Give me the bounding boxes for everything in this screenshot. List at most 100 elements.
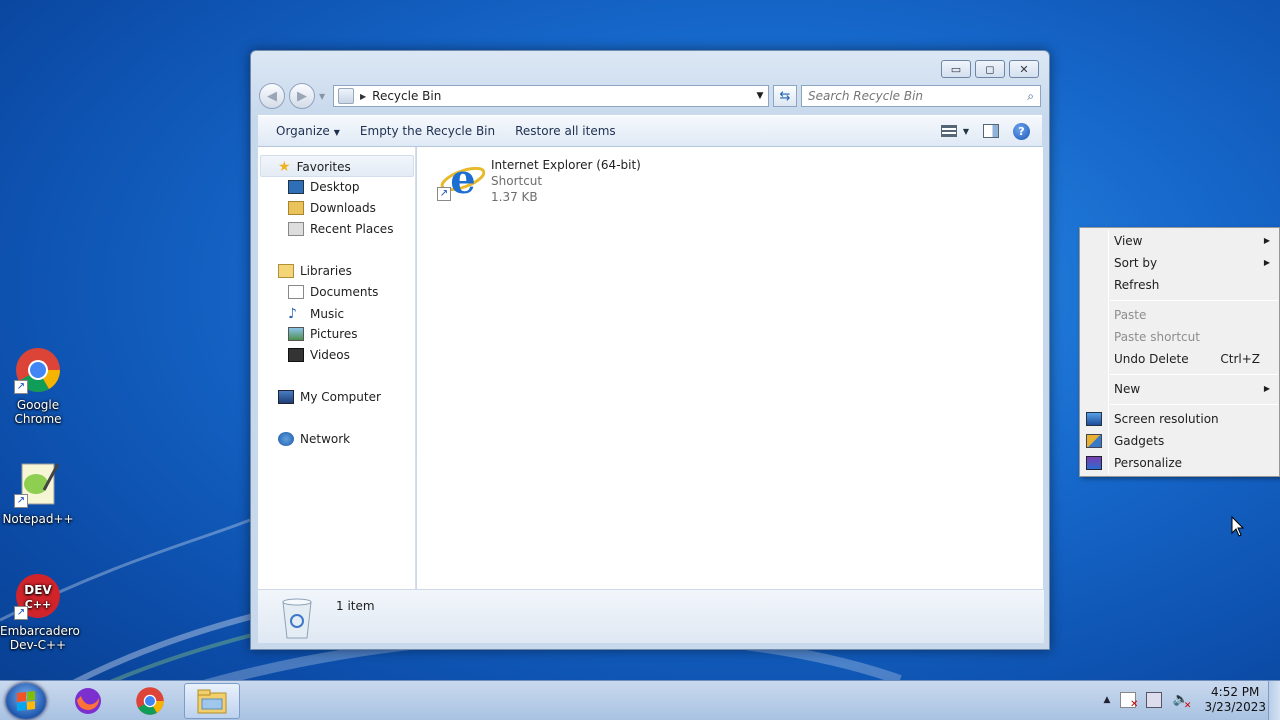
- nav-music[interactable]: ♪ Music: [288, 306, 344, 322]
- desktop-icon-label: Notepad++: [2, 512, 74, 526]
- address-path[interactable]: Recycle Bin: [372, 89, 746, 103]
- nav-libraries[interactable]: Libraries: [278, 264, 352, 278]
- personalize-icon: [1086, 456, 1102, 470]
- desktop-icon-devcpp[interactable]: DEV C++ ↗ Embarcadero Dev-C++: [0, 572, 80, 652]
- item-count: 1 item: [336, 599, 375, 613]
- address-dropdown-icon[interactable]: ▼: [752, 91, 768, 101]
- breadcrumb-separator-icon[interactable]: ▶: [360, 92, 366, 101]
- menu-label: Undo Delete: [1114, 352, 1189, 366]
- clock[interactable]: 4:52 PM 3/23/2023: [1204, 685, 1266, 715]
- recent-pages-dropdown[interactable]: ▼: [319, 92, 329, 101]
- nav-label: Recent Places: [310, 222, 394, 236]
- svg-text:DEV: DEV: [24, 583, 52, 597]
- preview-pane-icon[interactable]: [983, 124, 999, 138]
- pictures-icon: [288, 327, 304, 341]
- nav-pictures[interactable]: Pictures: [288, 327, 358, 341]
- menu-item-gadgets[interactable]: Gadgets: [1086, 431, 1274, 451]
- mouse-cursor-icon: [1231, 516, 1245, 537]
- file-name: Internet Explorer (64-bit): [491, 158, 641, 172]
- menu-item-sort-by[interactable]: Sort by ▶: [1114, 253, 1274, 273]
- menu-label: Paste: [1114, 308, 1147, 322]
- action-center-icon[interactable]: ✕: [1120, 692, 1138, 710]
- desktop-icon-chrome[interactable]: ↗ Google Chrome: [0, 346, 76, 426]
- file-list: e ↗ Internet Explorer (64-bit) Shortcut …: [417, 147, 1043, 589]
- search-input[interactable]: [808, 89, 1028, 103]
- close-button[interactable]: ✕: [1009, 60, 1039, 78]
- menu-item-new[interactable]: New ▶: [1114, 379, 1274, 399]
- documents-icon: [288, 285, 304, 299]
- refresh-icon: ⇆: [779, 88, 791, 104]
- desktop-folder-icon: [288, 180, 304, 194]
- maximize-button[interactable]: ◻: [975, 60, 1005, 78]
- details-pane: 1 item: [258, 589, 1044, 643]
- volume-icon[interactable]: 🔈 ✕: [1172, 692, 1191, 711]
- network-tray-icon[interactable]: [1146, 692, 1163, 708]
- network-icon: [278, 432, 294, 446]
- start-button[interactable]: [6, 683, 46, 719]
- search-box[interactable]: ⌕: [801, 85, 1041, 107]
- notepadpp-icon: ↗: [14, 460, 62, 508]
- empty-recycle-bin-button[interactable]: Empty the Recycle Bin: [350, 120, 505, 142]
- system-tray: ▲ ✕ 🔈 ✕ 4:52 PM 3/23/2023: [1104, 685, 1266, 715]
- chevron-down-icon: ▼: [962, 126, 969, 136]
- nav-favorites[interactable]: ★ Favorites: [278, 159, 351, 175]
- file-item[interactable]: e ↗ Internet Explorer (64-bit) Shortcut …: [437, 156, 641, 205]
- devcpp-icon: DEV C++ ↗: [14, 572, 62, 620]
- chrome-icon: [136, 687, 164, 715]
- nav-downloads[interactable]: Downloads: [288, 201, 376, 215]
- taskbar-explorer[interactable]: [184, 683, 240, 719]
- help-icon[interactable]: ?: [1013, 122, 1030, 140]
- menu-item-undo-delete[interactable]: Undo Delete Ctrl+Z: [1114, 349, 1274, 369]
- menu-separator: [1110, 374, 1278, 375]
- nav-desktop[interactable]: Desktop: [288, 180, 360, 194]
- file-type: Shortcut: [491, 174, 543, 188]
- menu-item-screen-resolution[interactable]: Screen resolution: [1086, 409, 1274, 429]
- refresh-button[interactable]: ⇆: [773, 85, 797, 107]
- menu-item-personalize[interactable]: Personalize: [1086, 453, 1274, 473]
- shortcut-arrow-icon: ↗: [14, 494, 28, 508]
- restore-all-items-button[interactable]: Restore all items: [505, 120, 626, 142]
- libraries-icon: [278, 264, 294, 278]
- change-view-button[interactable]: ▼: [940, 125, 969, 137]
- search-icon[interactable]: ⌕: [1027, 89, 1034, 104]
- organize-button[interactable]: Organize ▼: [266, 120, 350, 142]
- computer-icon: [278, 390, 294, 404]
- music-note-icon: ♪: [288, 306, 297, 322]
- nav-label: Pictures: [310, 327, 358, 341]
- nav-network[interactable]: Network: [278, 432, 350, 446]
- forward-button[interactable]: ▶: [289, 83, 315, 109]
- back-button[interactable]: ◀: [259, 83, 285, 109]
- show-desktop-button[interactable]: [1268, 681, 1280, 720]
- nav-my-computer[interactable]: My Computer: [278, 390, 381, 404]
- show-hidden-icons-icon[interactable]: ▲: [1104, 695, 1111, 705]
- file-meta: Internet Explorer (64-bit) Shortcut 1.37…: [491, 157, 641, 205]
- nav-documents[interactable]: Documents: [288, 285, 378, 299]
- back-arrow-icon: ◀: [267, 88, 277, 104]
- menu-item-view[interactable]: View ▶: [1114, 231, 1274, 251]
- minimize-button[interactable]: ▭: [941, 60, 971, 78]
- nav-videos[interactable]: Videos: [288, 348, 350, 362]
- address-bar[interactable]: ▶ Recycle Bin ▼: [333, 85, 769, 107]
- taskbar-chrome[interactable]: [122, 683, 178, 719]
- menu-label: Personalize: [1114, 456, 1183, 470]
- nav-recent-places[interactable]: Recent Places: [288, 222, 393, 236]
- gadgets-icon: [1086, 434, 1102, 448]
- maximize-icon: ◻: [985, 62, 995, 76]
- menu-label: Sort by: [1114, 256, 1158, 270]
- chrome-icon: ↗: [14, 346, 62, 394]
- recycle-bin-icon: [280, 596, 314, 640]
- windows-logo-icon: [17, 691, 35, 711]
- nav-label: Music: [310, 307, 345, 321]
- menu-item-paste[interactable]: Paste: [1114, 305, 1274, 325]
- desktop-icon-notepadpp[interactable]: ↗ Notepad++: [0, 460, 76, 526]
- nav-label: Network: [300, 432, 351, 446]
- submenu-arrow-icon: ▶: [1263, 236, 1270, 245]
- menu-item-refresh[interactable]: Refresh: [1114, 275, 1274, 295]
- taskbar-firefox[interactable]: [60, 683, 116, 719]
- minimize-icon: ▭: [950, 62, 962, 76]
- menu-label: Refresh: [1114, 278, 1160, 292]
- menu-separator: [1110, 300, 1278, 301]
- menu-item-paste-shortcut[interactable]: Paste shortcut: [1114, 327, 1274, 347]
- recycle-bin-window: ▭ ◻ ✕ ◀ ▶ ▼ ▶ Recycle Bin ▼ ⇆ ⌕ Organize…: [250, 50, 1050, 650]
- command-bar: Organize ▼ Empty the Recycle Bin Restore …: [258, 115, 1042, 147]
